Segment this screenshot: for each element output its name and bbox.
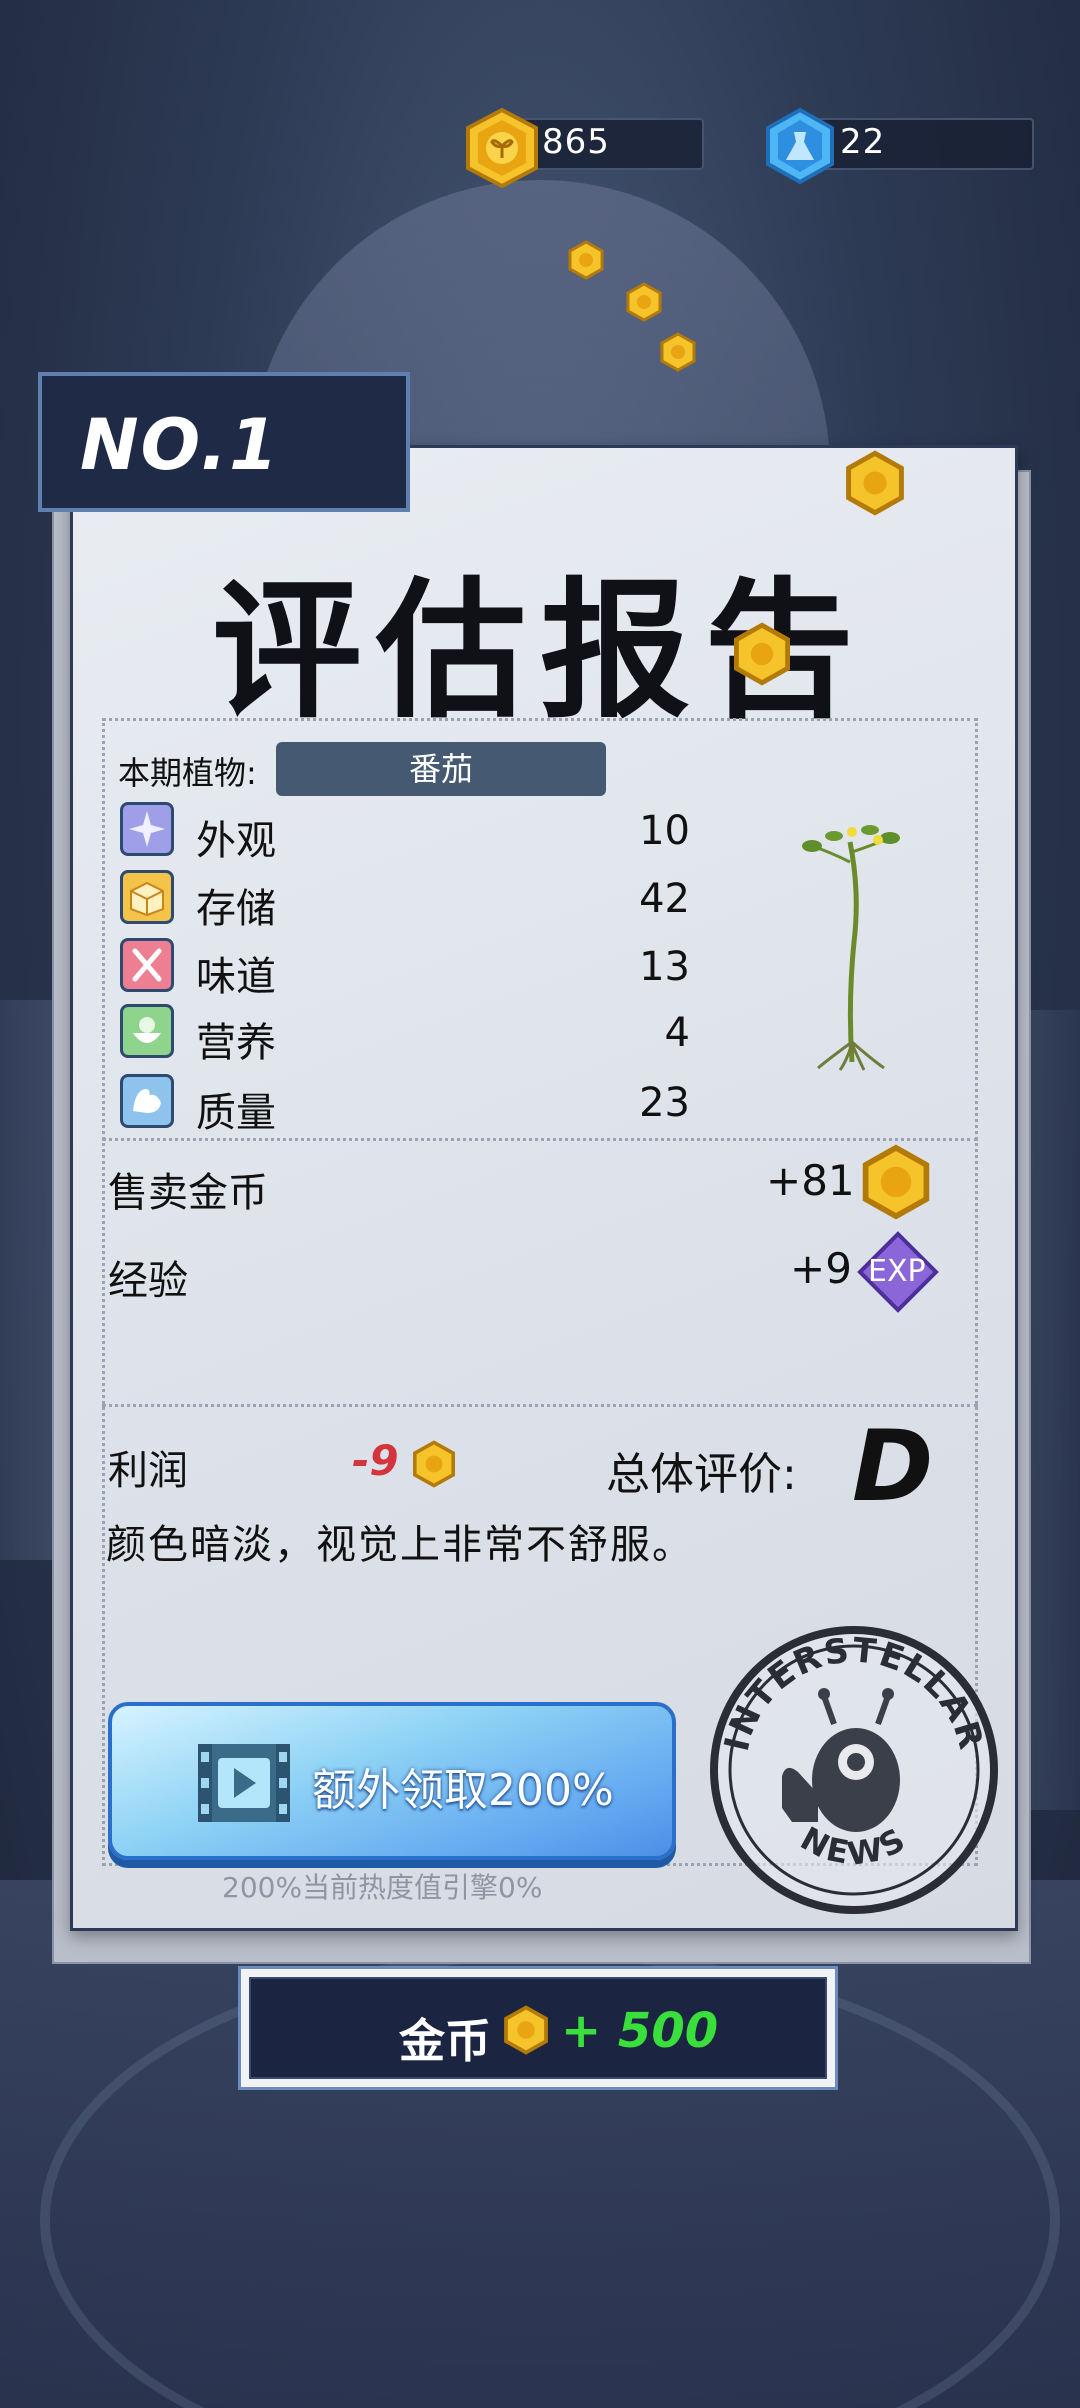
exp-badge-label: EXP <box>868 1254 926 1289</box>
reward-gold-value: + 500 <box>561 2003 719 2059</box>
claim-extra-200-button[interactable]: 额外领取200% <box>108 1702 676 1860</box>
exp-badge: EXP <box>856 1230 940 1314</box>
profit-label: 利润 <box>108 1448 188 1494</box>
stat-row-nutrition: 营养 4 <box>120 1004 690 1066</box>
gem-counter-bar <box>802 118 1034 170</box>
video-play-icon <box>198 1744 290 1822</box>
stat-value: 23 <box>639 1080 690 1126</box>
plant-illustration <box>802 825 900 1071</box>
evaluation-comment: 颜色暗淡，视觉上非常不舒服。 <box>106 1522 694 1568</box>
overall-rating-grade: D <box>852 1410 934 1524</box>
flying-coin-icon <box>846 450 904 516</box>
claim-extra-label: 额外领取200% <box>312 1765 614 1816</box>
stat-row-storage: 存储 42 <box>120 870 690 932</box>
reward-gold-label: 金币 <box>399 2014 491 2068</box>
gem-icon <box>766 108 834 184</box>
gem-counter[interactable]: 22 <box>764 108 1054 184</box>
stat-value: 4 <box>664 1010 690 1056</box>
coin-icon <box>413 1440 455 1488</box>
overall-rating-label: 总体评价: <box>606 1449 797 1500</box>
stat-label: 味道 <box>196 954 276 1000</box>
coin-icon <box>862 1144 930 1220</box>
section-divider <box>102 1404 978 1407</box>
rank-label: NO.1 <box>80 404 280 486</box>
sparkle-icon <box>120 802 174 856</box>
nutrition-icon <box>120 1004 174 1058</box>
report-title: 评估报告 <box>211 565 868 739</box>
box-icon <box>120 870 174 924</box>
flying-coin-icon <box>568 240 604 280</box>
stat-label: 质量 <box>196 1090 276 1136</box>
interstellar-news-stamp: INTERSTELLAR NEWS <box>710 1626 998 1914</box>
reward-gold-panel: 金币 + 500 <box>249 1977 827 2079</box>
heat-note: 200%当前热度值引擎0% <box>222 1871 543 1904</box>
utensils-icon <box>120 938 174 992</box>
stat-row-taste: 味道 13 <box>120 938 690 1000</box>
coin-count: 865 <box>542 122 610 162</box>
sell-coins-value: +81 <box>766 1156 855 1205</box>
plant-label: 本期植物: <box>118 754 257 792</box>
stat-value: 42 <box>639 876 690 922</box>
stat-row-appearance: 外观 10 <box>120 802 690 864</box>
plant-name: 番茄 <box>276 742 606 796</box>
stat-row-quality: 质量 23 <box>120 1074 690 1136</box>
stat-label: 营养 <box>196 1020 276 1066</box>
flying-coin-icon <box>734 622 790 686</box>
muscle-icon <box>120 1074 174 1128</box>
gem-count: 22 <box>840 122 886 162</box>
profit-value: -9 <box>352 1436 399 1485</box>
section-divider <box>102 1138 978 1141</box>
exp-label: 经验 <box>108 1258 188 1304</box>
coin-icon <box>504 2005 548 2055</box>
stat-value: 13 <box>639 944 690 990</box>
flying-coin-icon <box>626 282 662 322</box>
sell-coins-label: 售卖金币 <box>108 1170 268 1216</box>
flying-coin-icon <box>660 332 696 372</box>
coin-counter[interactable]: 865 <box>462 108 752 188</box>
stat-label: 存储 <box>196 886 276 932</box>
stat-label: 外观 <box>196 818 276 864</box>
coin-icon <box>466 108 538 188</box>
exp-value: +9 <box>790 1244 852 1293</box>
rank-tag: NO.1 <box>38 372 410 512</box>
stat-value: 10 <box>639 808 690 854</box>
reward-gold-bar[interactable]: 金币 + 500 <box>238 1966 838 2090</box>
